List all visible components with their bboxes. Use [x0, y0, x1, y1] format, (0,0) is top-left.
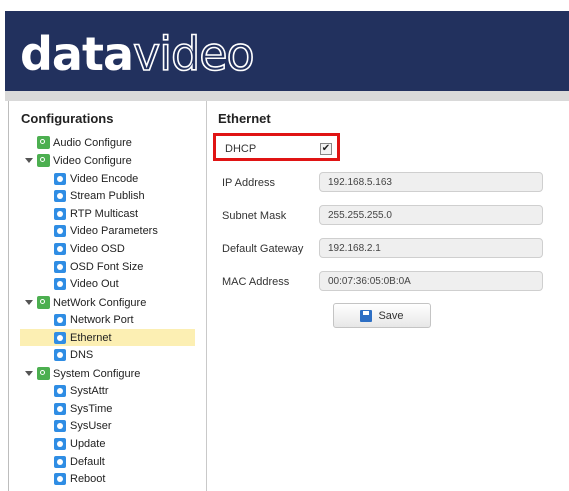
- settings-dot-icon: [54, 313, 66, 326]
- save-button-label: Save: [378, 309, 404, 322]
- sidebar-item-label: Stream Publish: [70, 189, 145, 202]
- expand-arrow-icon[interactable]: [25, 300, 33, 305]
- subnet-mask-label: Subnet Mask: [222, 210, 287, 222]
- sidebar-item-network-configure[interactable]: NetWork Configure: [37, 294, 146, 311]
- sidebar-item-video-parameters[interactable]: Video Parameters: [54, 222, 158, 239]
- default-gateway-field[interactable]: 192.168.2.1: [319, 238, 543, 258]
- gear-icon: [37, 296, 50, 309]
- expand-arrow-icon[interactable]: [25, 371, 33, 376]
- gear-icon: [37, 136, 50, 149]
- sidebar-item-systime[interactable]: SysTime: [54, 400, 112, 417]
- dhcp-label: DHCP: [225, 143, 257, 155]
- settings-dot-icon: [54, 189, 66, 202]
- sidebar-item-label: Video OSD: [70, 242, 125, 255]
- sidebar-item-label: Ethernet: [70, 331, 112, 344]
- sidebar-item-system-configure[interactable]: System Configure: [37, 365, 140, 382]
- sidebar-item-systattr[interactable]: SystAttr: [54, 382, 109, 399]
- sidebar-item-update[interactable]: Update: [54, 435, 105, 452]
- sidebar-item-video-out[interactable]: Video Out: [54, 275, 119, 292]
- save-icon: [360, 309, 373, 322]
- sidebar-item-sysuser[interactable]: SysUser: [54, 417, 112, 434]
- sidebar-item-audio-configure[interactable]: Audio Configure: [37, 134, 132, 151]
- default-gateway-label: Default Gateway: [222, 243, 304, 255]
- app-header: datavideo: [5, 11, 569, 91]
- mac-address-label: MAC Address: [222, 276, 290, 288]
- sidebar-item-label: Video Encode: [70, 172, 139, 185]
- dhcp-highlight-box: DHCP ✔: [213, 133, 340, 161]
- settings-dot-icon: [54, 242, 66, 255]
- dhcp-checkbox[interactable]: ✔: [320, 143, 332, 155]
- sidebar-item-rtp-multicast[interactable]: RTP Multicast: [54, 205, 138, 222]
- settings-dot-icon: [54, 207, 66, 220]
- sidebar-item-label: OSD Font Size: [70, 260, 144, 273]
- sidebar-item-label: Video Configure: [53, 154, 132, 167]
- sidebar-item-video-encode[interactable]: Video Encode: [54, 170, 138, 187]
- sidebar-item-label: SystAttr: [70, 384, 109, 397]
- sidebar-item-label: Network Port: [70, 313, 134, 326]
- settings-dot-icon: [54, 331, 66, 344]
- sidebar-item-video-osd[interactable]: Video OSD: [54, 240, 125, 257]
- sidebar-item-stream-publish[interactable]: Stream Publish: [54, 187, 145, 204]
- sidebar-item-label: RTP Multicast: [70, 207, 139, 220]
- settings-dot-icon: [54, 402, 66, 415]
- sidebar-item-ethernet[interactable]: Ethernet: [20, 329, 195, 346]
- ip-address-label: IP Address: [222, 177, 275, 189]
- settings-dot-icon: [54, 437, 66, 450]
- mac-address-field[interactable]: 00:07:36:05:0B:0A: [319, 271, 543, 291]
- sidebar-item-label: SysTime: [70, 402, 113, 415]
- settings-dot-icon: [54, 348, 66, 361]
- logo-text-thin: video: [132, 27, 255, 81]
- sidebar-item-label: Video Out: [70, 277, 119, 290]
- gear-icon: [37, 154, 50, 167]
- ip-address-field[interactable]: 192.168.5.163: [319, 172, 543, 192]
- settings-dot-icon: [54, 384, 66, 397]
- settings-dot-icon: [54, 172, 66, 185]
- settings-dot-icon: [54, 277, 66, 290]
- gear-icon: [37, 367, 50, 380]
- save-button[interactable]: Save: [333, 303, 431, 328]
- sidebar-item-video-configure[interactable]: Video Configure: [37, 152, 132, 169]
- sidebar-title: Configurations: [21, 111, 114, 126]
- sidebar-item-label: DNS: [70, 348, 94, 361]
- sidebar-item-label: Default: [70, 455, 105, 468]
- ethernet-settings-panel: Ethernet DHCP ✔ IP Address 192.168.5.163…: [207, 101, 569, 491]
- settings-dot-icon: [54, 455, 66, 468]
- sidebar-item-network-port[interactable]: Network Port: [54, 311, 134, 328]
- logo-text-bold: data: [20, 27, 134, 81]
- settings-dot-icon: [54, 419, 66, 432]
- datavideo-logo: datavideo: [20, 30, 255, 78]
- sidebar-item-reboot[interactable]: Reboot: [54, 470, 105, 487]
- main-panel: Configurations Audio Configure Video Con…: [8, 101, 569, 491]
- page-title: Ethernet: [218, 111, 271, 126]
- sidebar-item-default[interactable]: Default: [54, 453, 105, 470]
- sidebar-item-label: NetWork Configure: [53, 296, 147, 309]
- sidebar-item-label: Video Parameters: [70, 224, 158, 237]
- subnet-mask-field[interactable]: 255.255.255.0: [319, 205, 543, 225]
- sidebar-item-osd-font-size[interactable]: OSD Font Size: [54, 258, 143, 275]
- sidebar-item-label: SysUser: [70, 419, 112, 432]
- sidebar-item-dns[interactable]: DNS: [54, 346, 93, 363]
- expand-arrow-icon[interactable]: [25, 158, 33, 163]
- settings-dot-icon: [54, 224, 66, 237]
- sidebar-item-label: System Configure: [53, 367, 141, 380]
- header-divider: [5, 91, 569, 101]
- settings-dot-icon: [54, 260, 66, 273]
- settings-dot-icon: [54, 472, 66, 485]
- sidebar-item-label: Audio Configure: [53, 136, 132, 149]
- sidebar-item-label: Update: [70, 437, 106, 450]
- sidebar: Configurations Audio Configure Video Con…: [9, 101, 207, 491]
- sidebar-item-label: Reboot: [70, 472, 106, 485]
